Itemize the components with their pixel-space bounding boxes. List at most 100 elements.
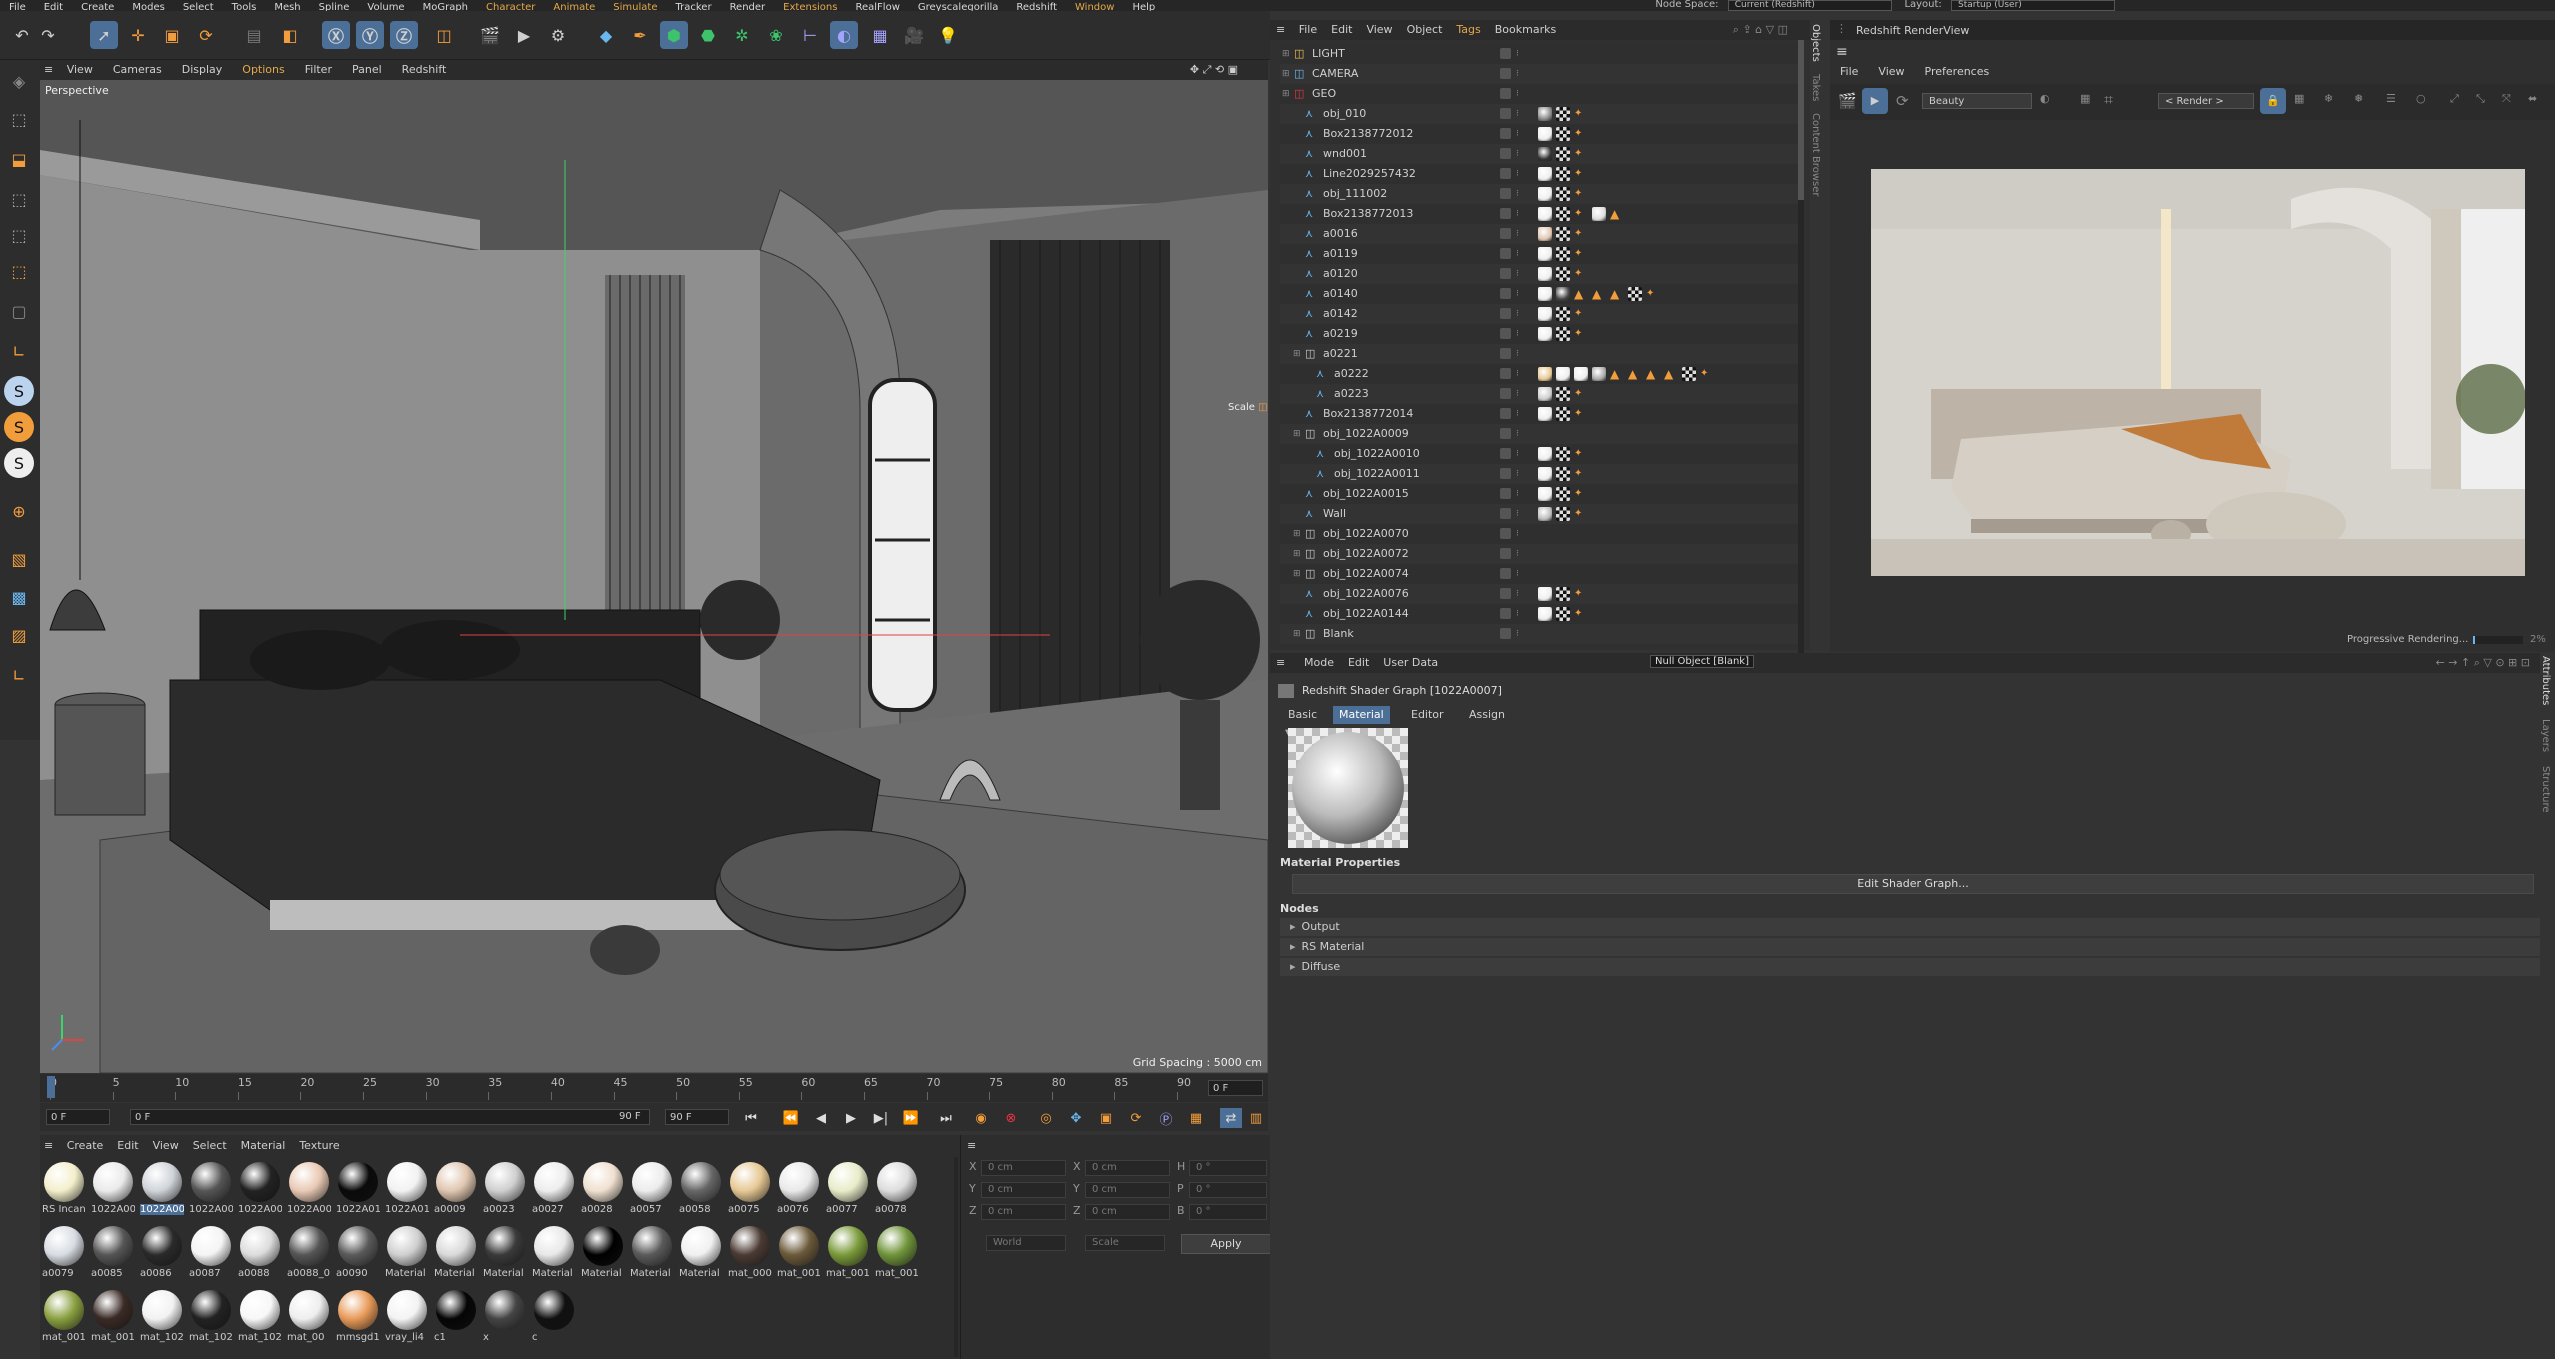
- material-tag-icon[interactable]: [1538, 367, 1552, 381]
- object-row[interactable]: ⋏ a0222 ⁝ ▲ ▲ ▲ ▲ ✦: [1280, 364, 1800, 384]
- object-enable-checkbox[interactable]: [1500, 488, 1511, 499]
- timeline-icon[interactable]: ⇄: [1220, 1108, 1242, 1128]
- autokey-icon[interactable]: ⊗: [1000, 1108, 1022, 1128]
- texture-tag-icon[interactable]: ✦: [1574, 264, 1582, 284]
- locked-workplane-icon[interactable]: ▨: [4, 620, 34, 650]
- redo-icon[interactable]: ↷: [34, 21, 62, 49]
- checker-tag-icon[interactable]: [1556, 507, 1570, 521]
- viewport-menu-view[interactable]: View: [67, 60, 93, 80]
- visibility-dots-icon[interactable]: ⁝: [1516, 424, 1519, 444]
- material-tag-icon[interactable]: [1538, 227, 1552, 241]
- object-enable-checkbox[interactable]: [1500, 308, 1511, 319]
- object-row[interactable]: ⋏ obj_1022A0144 ⁝ ✦: [1280, 604, 1800, 624]
- parameter-key-icon[interactable]: Ⓟ: [1155, 1108, 1177, 1128]
- visibility-dots-icon[interactable]: ⁝: [1516, 444, 1519, 464]
- material-swatch[interactable]: mat_102: [238, 1288, 282, 1348]
- object-menu-bookmarks[interactable]: Bookmarks: [1495, 20, 1556, 40]
- attribute-menu-mode[interactable]: Mode: [1304, 656, 1334, 669]
- visibility-dots-icon[interactable]: ⁝: [1516, 244, 1519, 264]
- material-tag-icon[interactable]: [1538, 147, 1552, 161]
- viewport-menu-cameras[interactable]: Cameras: [113, 60, 162, 80]
- object-enable-checkbox[interactable]: [1500, 168, 1511, 179]
- apply-button[interactable]: Apply: [1181, 1234, 1271, 1254]
- uv-icon[interactable]: ▢: [4, 296, 34, 326]
- position-key-icon[interactable]: ✥: [1065, 1108, 1087, 1128]
- object-row[interactable]: ⋏ a0142 ⁝ ✦: [1280, 304, 1800, 324]
- object-row[interactable]: ⊞ ◫ GEO ⁝: [1280, 84, 1800, 104]
- object-enable-checkbox[interactable]: [1500, 388, 1511, 399]
- visibility-dots-icon[interactable]: ⁝: [1516, 584, 1519, 604]
- tab-editor[interactable]: Editor: [1405, 706, 1450, 724]
- material-swatch[interactable]: Material: [630, 1224, 674, 1284]
- material-swatch[interactable]: RS Incan: [42, 1160, 86, 1220]
- coord-position-field[interactable]: 0 cm: [981, 1182, 1066, 1198]
- solo-off-icon[interactable]: S: [4, 448, 34, 478]
- visibility-dots-icon[interactable]: ⁝: [1516, 224, 1519, 244]
- visibility-dots-icon[interactable]: ⁝: [1516, 464, 1519, 484]
- coord-rotation-field[interactable]: 0 °: [1189, 1204, 1267, 1220]
- material-menu-select[interactable]: Select: [193, 1135, 227, 1157]
- expand-toggle-icon[interactable]: ⊞: [1293, 424, 1301, 444]
- perspective-viewport[interactable]: Perspective Scale ◫ Grid Spacing : 5000 …: [40, 80, 1268, 1073]
- aov-dropdown[interactable]: Beauty: [1922, 93, 2032, 109]
- material-swatch[interactable]: a0090: [336, 1224, 380, 1284]
- object-row[interactable]: ⋏ Box2138772012 ⁝ ✦: [1280, 124, 1800, 144]
- solo-hierarchy-icon[interactable]: S: [4, 412, 34, 442]
- side-tab-takes[interactable]: Takes: [1810, 74, 1821, 101]
- material-swatch[interactable]: mat_001: [777, 1224, 821, 1284]
- material-tag-icon[interactable]: [1538, 447, 1552, 461]
- object-enable-checkbox[interactable]: [1500, 108, 1511, 119]
- material-swatch[interactable]: mat_000: [728, 1224, 772, 1284]
- material-menu-material[interactable]: Material: [241, 1135, 286, 1157]
- object-enable-checkbox[interactable]: [1500, 348, 1511, 359]
- visibility-dots-icon[interactable]: ⁝: [1516, 564, 1519, 584]
- visibility-dots-icon[interactable]: ⁝: [1516, 164, 1519, 184]
- object-enable-checkbox[interactable]: [1500, 608, 1511, 619]
- hamburger-icon[interactable]: ≡: [967, 1139, 976, 1152]
- material-swatch[interactable]: c: [532, 1288, 576, 1348]
- object-row[interactable]: ⋏ Box2138772014 ⁝ ✦: [1280, 404, 1800, 424]
- material-preview[interactable]: [1288, 728, 1408, 848]
- checker-tag-icon[interactable]: [1556, 387, 1570, 401]
- warning-tag-icon[interactable]: ▲: [1610, 204, 1619, 224]
- material-swatch[interactable]: a0075: [728, 1160, 772, 1220]
- visibility-dots-icon[interactable]: ⁝: [1516, 144, 1519, 164]
- side-tab-content-browser[interactable]: Content Browser: [1810, 113, 1821, 196]
- visibility-dots-icon[interactable]: ⁝: [1516, 324, 1519, 344]
- object-enable-checkbox[interactable]: [1500, 268, 1511, 279]
- make-editable-icon[interactable]: ◈: [4, 66, 34, 96]
- subdivision-icon[interactable]: ⬢: [660, 21, 688, 49]
- material-swatch[interactable]: Material: [434, 1224, 478, 1284]
- visibility-dots-icon[interactable]: ⁝: [1516, 344, 1519, 364]
- mograph-icon[interactable]: ❀: [762, 21, 790, 49]
- visibility-dots-icon[interactable]: ⁝: [1516, 64, 1519, 84]
- refresh-icon[interactable]: ⟳: [1896, 92, 1909, 110]
- scale-tool-icon[interactable]: ▣: [158, 21, 186, 49]
- material-swatch[interactable]: mat_001: [91, 1288, 135, 1348]
- visibility-dots-icon[interactable]: ⁝: [1516, 44, 1519, 64]
- material-swatch[interactable]: 1022A01: [336, 1160, 380, 1220]
- coord-size-field[interactable]: 0 cm: [1085, 1204, 1170, 1220]
- undo-icon[interactable]: ↶: [8, 21, 36, 49]
- model-icon[interactable]: ⬚: [4, 104, 34, 134]
- dope-sheet-icon[interactable]: ▥: [1245, 1108, 1267, 1128]
- recent-tools-icon[interactable]: ▤: [240, 21, 268, 49]
- checker-tag-icon[interactable]: [1682, 367, 1696, 381]
- material-tag-icon[interactable]: [1538, 267, 1552, 281]
- viewport-menu-redshift[interactable]: Redshift: [402, 60, 447, 80]
- texture-tag-icon[interactable]: ✦: [1700, 364, 1708, 384]
- coordinate-system-icon[interactable]: ◧: [276, 21, 304, 49]
- checker-tag-icon[interactable]: [1556, 147, 1570, 161]
- checker-tag-icon[interactable]: [1556, 167, 1570, 181]
- warning-tag-icon[interactable]: ▲: [1628, 364, 1637, 384]
- side-tab-layers[interactable]: Layers: [2540, 719, 2551, 752]
- material-swatch[interactable]: Material: [385, 1224, 429, 1284]
- object-row[interactable]: ⊞ ◫ a0221 ⁝: [1280, 344, 1800, 364]
- expand-toggle-icon[interactable]: ⊞: [1293, 344, 1301, 364]
- viewport-menu-panel[interactable]: Panel: [352, 60, 382, 80]
- render-view-menu-preferences[interactable]: Preferences: [1925, 65, 1990, 78]
- snowflake-icon[interactable]: ❄: [2324, 92, 2333, 105]
- sliders-icon[interactable]: ☰: [2386, 92, 2396, 105]
- texture-tag-icon[interactable]: ✦: [1574, 324, 1582, 344]
- crop-icon[interactable]: ⌗: [2104, 90, 2113, 110]
